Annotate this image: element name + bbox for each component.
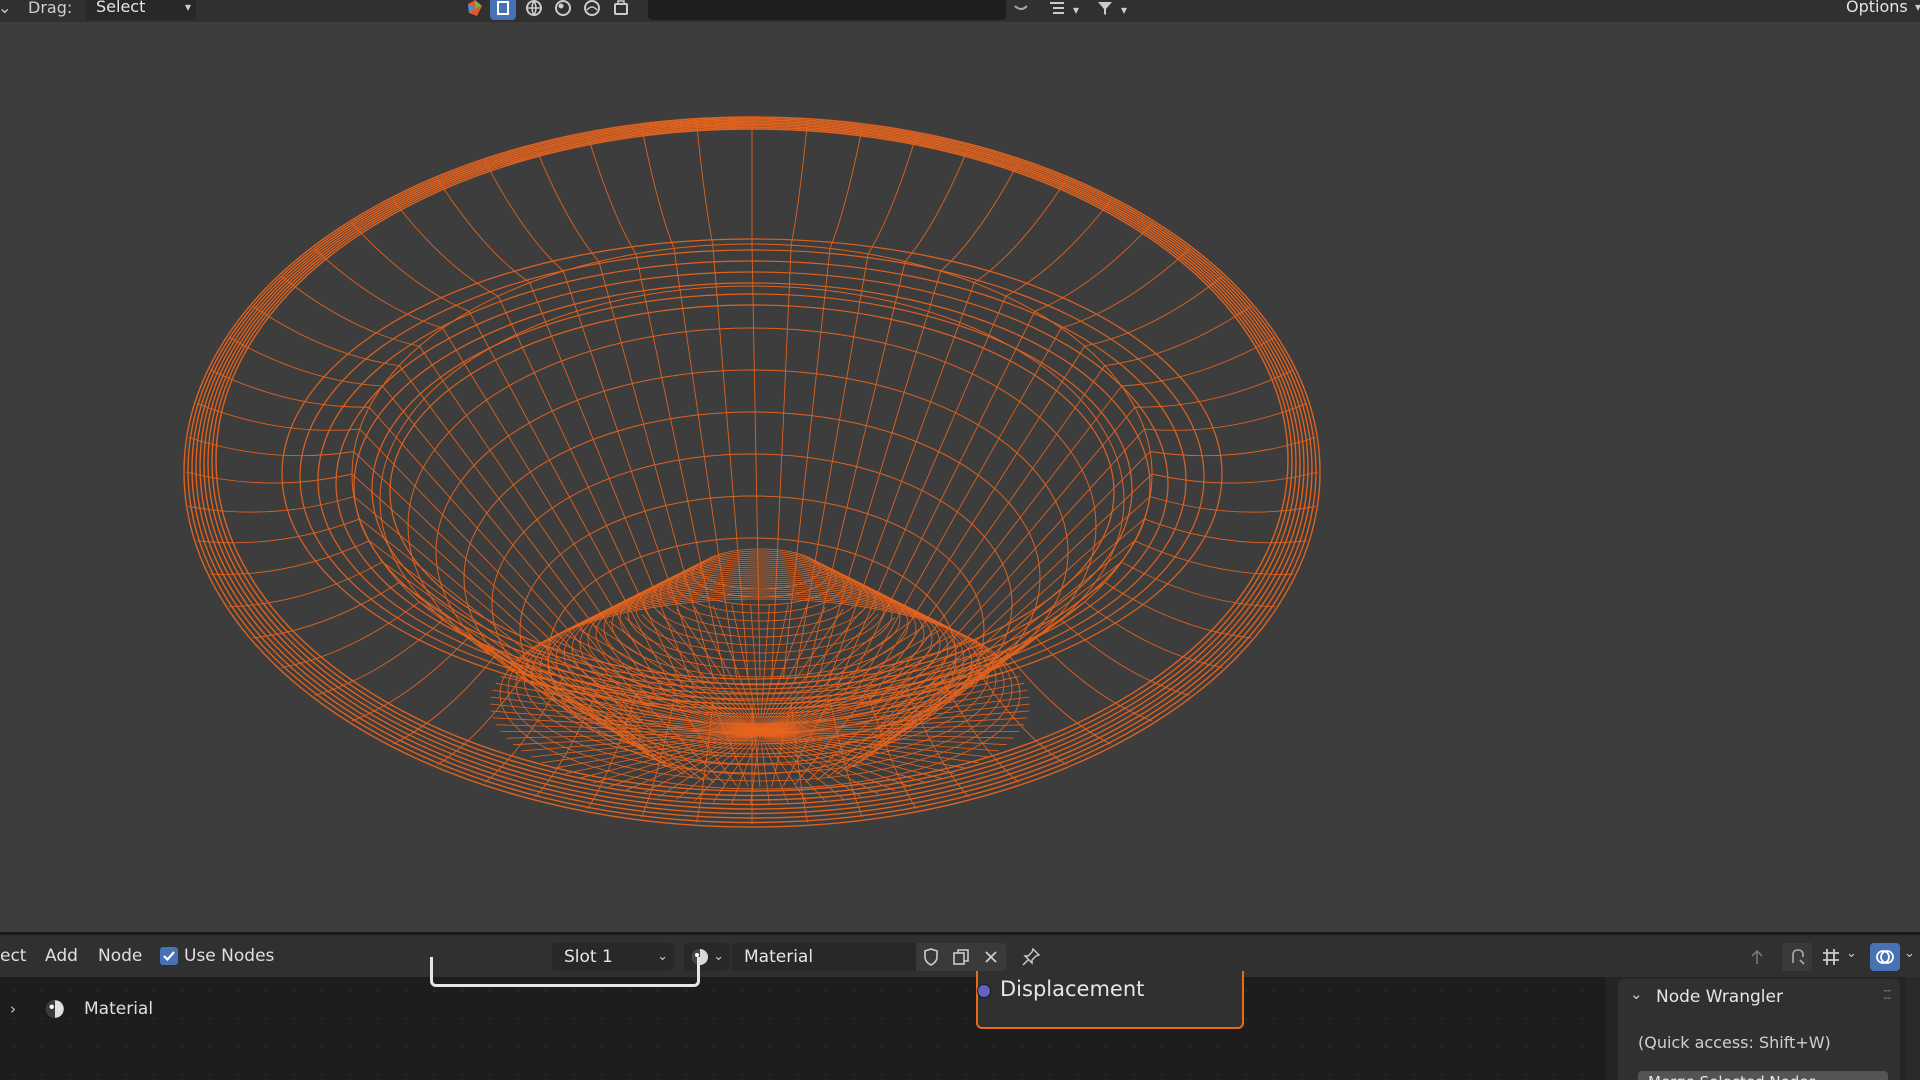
chevron-down-icon: ⌄ <box>1846 946 1857 961</box>
node-editor-header: ect Add Node Use Nodes Slot 1 ⌄ ⌄ Materi… <box>0 935 1920 977</box>
chevron-down-icon: ⌄ <box>713 949 724 964</box>
render-filter-icon[interactable] <box>608 0 634 20</box>
material-name-field[interactable]: Material <box>732 943 916 971</box>
chevron-right-icon[interactable]: › <box>10 1000 26 1018</box>
chevron-down-icon: ▾ <box>184 0 191 14</box>
displacement-label: Displacement <box>1000 977 1145 1001</box>
world-filter-icon[interactable] <box>521 0 547 20</box>
sidebar-tab-strip[interactable] <box>1906 977 1920 1080</box>
menu-add[interactable]: Add <box>45 945 78 967</box>
drag-grip-icon[interactable]: ⁚⁚⁚⁚ <box>1883 988 1892 1002</box>
quick-access-hint: (Quick access: Shift+W) <box>1638 1033 1831 1052</box>
color-filter-icon[interactable] <box>462 0 488 20</box>
texture-filter-icon[interactable] <box>579 0 605 20</box>
use-nodes-checkbox[interactable] <box>160 947 178 965</box>
collapse-icon[interactable] <box>1008 0 1034 20</box>
chevron-down-icon: ⌄ <box>1630 985 1643 1003</box>
wireframe-mesh <box>183 116 1321 828</box>
menu-select[interactable]: ect <box>0 945 26 967</box>
parent-node-tree-icon[interactable] <box>1742 943 1772 971</box>
options-dropdown[interactable]: Options ▾ <box>1836 0 1920 20</box>
canvas-grid <box>0 977 1606 1080</box>
node-fragment[interactable] <box>430 957 700 987</box>
options-label: Options <box>1846 0 1908 16</box>
node-wrangler-title: Node Wrangler <box>1656 987 1783 1007</box>
displacement-socket[interactable] <box>977 984 991 998</box>
overlay-toggle-icon[interactable] <box>1870 943 1900 971</box>
material-filter-icon[interactable] <box>550 0 576 20</box>
node-sidebar: ⌄ Node Wrangler ⁚⁚⁚⁚ (Quick access: Shif… <box>1606 977 1920 1080</box>
outline-item-label: Material <box>84 999 154 1019</box>
fake-user-shield-icon[interactable] <box>916 943 946 971</box>
outline-item-material[interactable]: › Material <box>10 995 153 1023</box>
snap-grid-icon[interactable] <box>1816 943 1846 971</box>
use-nodes-label: Use Nodes <box>184 946 275 966</box>
link-snap-icon[interactable] <box>1782 943 1812 971</box>
node-wrangler-header[interactable]: ⌄ Node Wrangler ⁚⁚⁚⁚ <box>1618 979 1900 1015</box>
display-mode-icon[interactable] <box>1044 0 1070 20</box>
object-filter-icon[interactable] <box>490 0 516 20</box>
material-output-node[interactable]: Displacement <box>976 971 1244 1029</box>
chevron-down-icon: ▾ <box>1914 0 1920 14</box>
pin-icon[interactable] <box>1016 943 1046 971</box>
merge-selected-nodes-button[interactable]: Merge Selected Nodes <box>1638 1071 1888 1080</box>
filter-icon[interactable] <box>1092 0 1118 20</box>
material-name: Material <box>744 947 814 967</box>
drag-label: Drag: <box>28 0 73 17</box>
search-input[interactable] <box>648 0 1006 20</box>
material-icon <box>46 1000 64 1018</box>
3d-viewport[interactable] <box>0 22 1920 932</box>
duplicate-material-icon[interactable] <box>946 943 976 971</box>
header-left-edge: ⌄ <box>0 0 12 17</box>
drag-mode-dropdown[interactable]: Select Box ▾ <box>86 0 196 38</box>
node-wrangler-panel: ⌄ Node Wrangler ⁚⁚⁚⁚ (Quick access: Shif… <box>1618 979 1900 1080</box>
viewport-header: ⌄ Drag: Select Box ▾ ▾ ▾ Options ▾ <box>0 0 1920 38</box>
unlink-close-icon[interactable] <box>976 943 1006 971</box>
chevron-down-icon: ⌄ <box>1904 946 1915 961</box>
chevron-down-icon: ▾ <box>1121 3 1128 17</box>
menu-node[interactable]: Node <box>98 945 142 967</box>
